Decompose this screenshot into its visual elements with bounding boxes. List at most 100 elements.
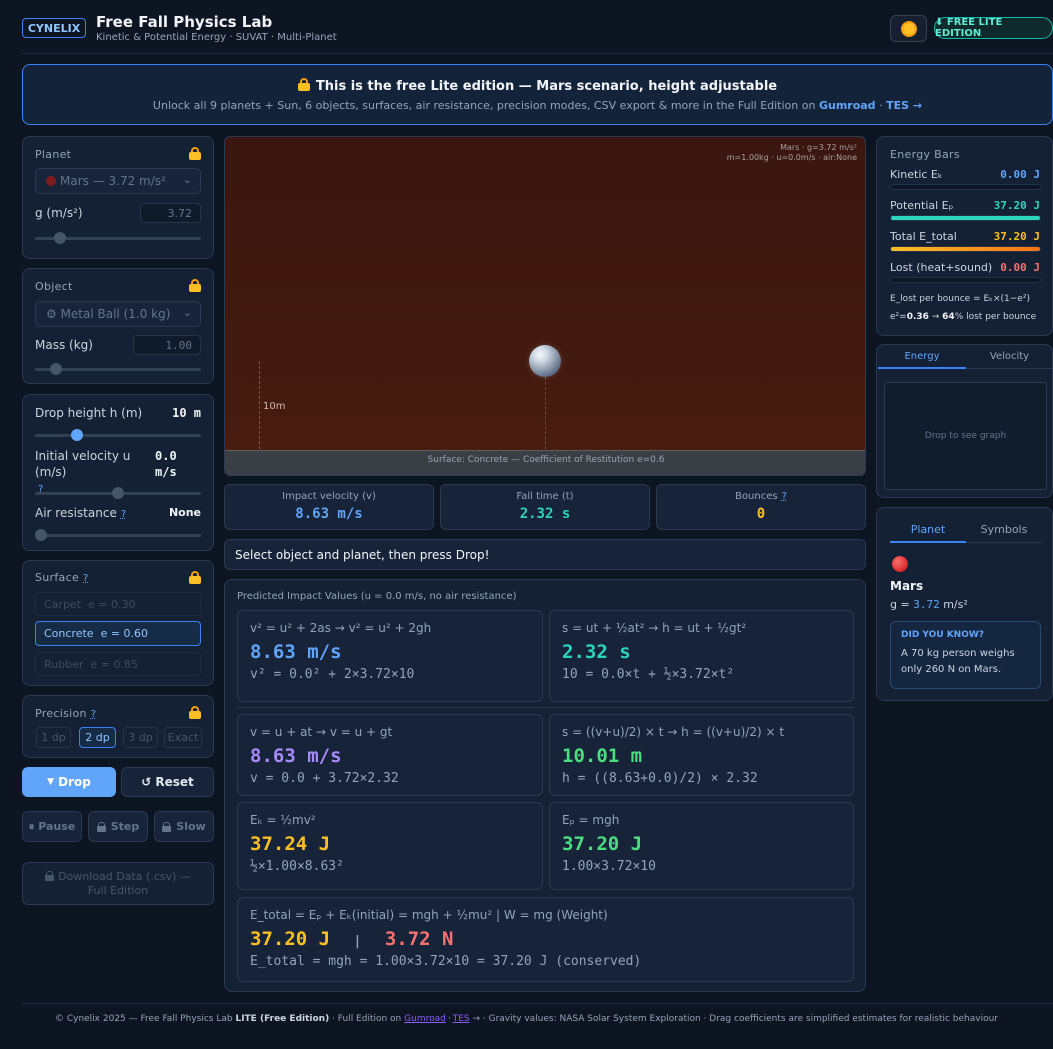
footer: © Cynelix 2025 — Free Fall Physics Lab L…	[0, 1014, 1053, 1024]
formula-card-time: s = ut + ½at² → h = ut + ½gt² 2.32 s 10 …	[549, 610, 854, 702]
edition-badge[interactable]: ⬇ FREE LITE EDITION	[934, 17, 1053, 39]
height-value: 10 m	[172, 406, 201, 420]
note-arrow: →	[928, 312, 943, 322]
step-button[interactable]: Step	[88, 811, 148, 842]
surface-option-rubber[interactable]: Rubber e = 0.85	[35, 652, 201, 676]
g-input[interactable]: 3.72	[140, 203, 201, 223]
lost-label: Lost (heat+sound)	[890, 261, 993, 274]
reset-button[interactable]: ↺ Reset	[121, 767, 214, 797]
formula-result-row: 37.20 J | 3.72 N	[250, 928, 841, 950]
drop-button[interactable]: ▼ Drop	[22, 767, 116, 797]
air-slider[interactable]	[35, 529, 201, 541]
object-panel: Object ⚙ Metal Ball (1.0 kg) ⌄ Mass (kg)…	[22, 268, 214, 384]
fall-time-value: 2.32 s	[519, 506, 571, 522]
canvas-info-line2: m=1.00kg · u=0.0m/s · air:None	[726, 153, 857, 162]
ball-drop-line	[545, 377, 546, 449]
air-label: Air resistance?	[35, 506, 126, 520]
g-slider[interactable]	[35, 232, 201, 244]
note-e-squared: 0.36	[906, 312, 929, 322]
mass-slider[interactable]	[35, 363, 201, 375]
banner-title: This is the free Lite edition — Mars sce…	[315, 79, 778, 94]
precision-3dp[interactable]: 3 dp	[123, 727, 158, 748]
footer-copyright: © Cynelix 2025 — Free Fall Physics Lab	[54, 1014, 233, 1024]
download-label: Download Data (.csv) — Full Edition	[58, 869, 191, 897]
planet-select[interactable]: Mars — 3.72 m/s² ⌄	[35, 168, 201, 194]
formula-head: Eₖ = ½mv²	[250, 813, 316, 827]
lock-icon	[189, 571, 201, 584]
air-help[interactable]: ?	[121, 509, 126, 520]
potential-value: 37.20 J	[993, 199, 1040, 212]
gravity-unit: m/s²	[939, 598, 968, 611]
download-csv-button[interactable]: Download Data (.csv) — Full Edition	[22, 862, 214, 905]
tab-planet[interactable]: Planet	[890, 519, 966, 543]
g-slider-knob[interactable]	[54, 232, 66, 244]
formula-result: 2.32 s	[562, 641, 631, 663]
footer-gumroad-link[interactable]: Gumroad	[404, 1014, 446, 1024]
slow-button[interactable]: Slow	[154, 811, 214, 842]
mass-input[interactable]: 1.00	[133, 335, 201, 355]
air-slider-knob[interactable]	[35, 529, 47, 541]
simulation-canvas[interactable]: Mars · g=3.72 m/s² m=1.00kg · u=0.0m/s ·…	[224, 136, 866, 476]
velocity-unit: m/s	[155, 465, 177, 479]
height-slider-knob[interactable]	[71, 429, 83, 441]
did-you-know-box: DID YOU KNOW? A 70 kg person weighs only…	[890, 621, 1041, 689]
surface-option-concrete[interactable]: Concrete e = 0.60	[35, 621, 201, 646]
header-divider	[22, 53, 1053, 54]
surface-name: Rubber	[44, 658, 84, 671]
energy-note-formula: E_lost per bounce = Eₖ×(1−e²)	[890, 294, 1030, 304]
banner-title-row: This is the free Lite edition — Mars sce…	[23, 78, 1052, 94]
bounces-label-text: Bounces	[735, 491, 778, 502]
formula-head: Eₚ = mgh	[562, 813, 620, 827]
did-you-know-title: DID YOU KNOW?	[901, 630, 985, 640]
graph-area[interactable]: Drop to see graph	[884, 382, 1047, 490]
bounces-help[interactable]: ?	[782, 491, 787, 502]
air-value: None	[168, 506, 201, 519]
precision-2dp[interactable]: 2 dp	[79, 727, 116, 748]
chevron-down-icon: ⌄	[182, 173, 192, 186]
formula-card-velocity: v = u + at → v = u + gt 8.63 m/s v = 0.0…	[237, 714, 543, 796]
tab-velocity[interactable]: Velocity	[966, 346, 1053, 369]
footer-tes-link[interactable]: TES	[453, 1014, 470, 1024]
total-bar	[890, 246, 1041, 252]
surface-option-carpet[interactable]: Carpet e = 0.30	[35, 592, 201, 616]
precision-exact[interactable]: Exact	[164, 727, 202, 748]
potential-bar	[890, 215, 1041, 221]
graph-placeholder: Drop to see graph	[924, 431, 1007, 441]
impact-velocity-card: Impact velocity (v) 8.63 m/s	[224, 484, 434, 530]
height-marker-line	[259, 361, 260, 449]
theme-toggle-button[interactable]	[890, 15, 927, 42]
precision-help[interactable]: ?	[91, 709, 97, 720]
surface-label: Surface?	[35, 571, 89, 584]
tes-link[interactable]: TES →	[886, 99, 922, 112]
velocity-slider-knob[interactable]	[112, 487, 124, 499]
footer-full-edition: · Full Edition on	[332, 1014, 402, 1024]
pause-icon: ⏸	[28, 819, 35, 833]
planet-icon	[892, 556, 908, 572]
formula-head: v² = u² + 2as → v² = u² + 2gh	[250, 621, 432, 635]
formula-card-velocity-squared: v² = u² + 2as → v² = u² + 2gh 8.63 m/s v…	[237, 610, 543, 702]
fall-time-label: Fall time (t)	[516, 491, 574, 502]
surface-help[interactable]: ?	[83, 573, 89, 584]
lock-icon	[189, 706, 201, 719]
g-label: g (m/s²)	[35, 206, 83, 220]
canvas-info: Mars · g=3.72 m/s² m=1.00kg · u=0.0m/s ·…	[727, 143, 857, 163]
metal-ball[interactable]	[529, 345, 561, 377]
precision-1dp[interactable]: 1 dp	[36, 727, 71, 748]
predicted-panel: Predicted Impact Values (u = 0.0 m/s, no…	[224, 579, 866, 992]
lock-icon	[189, 147, 201, 160]
note-post: % lost per bounce	[954, 312, 1037, 322]
gumroad-link[interactable]: Gumroad	[819, 99, 876, 112]
planet-select-value: Mars — 3.72 m/s²	[60, 174, 166, 188]
formula-result: 37.20 J	[562, 833, 643, 855]
tab-symbols[interactable]: Symbols	[966, 519, 1042, 543]
pause-button[interactable]: ⏸ Pause	[22, 811, 82, 842]
planet-label: Planet	[35, 148, 72, 161]
tab-energy[interactable]: Energy	[878, 346, 966, 369]
drop-label: Drop	[58, 775, 91, 789]
velocity-slider[interactable]	[35, 487, 201, 499]
object-select[interactable]: ⚙ Metal Ball (1.0 kg) ⌄	[35, 301, 201, 327]
height-slider[interactable]	[35, 429, 201, 441]
formula-divider	[237, 707, 854, 708]
banner-text-row: Unlock all 9 planets + Sun, 6 objects, s…	[23, 99, 1052, 112]
mass-slider-knob[interactable]	[50, 363, 62, 375]
